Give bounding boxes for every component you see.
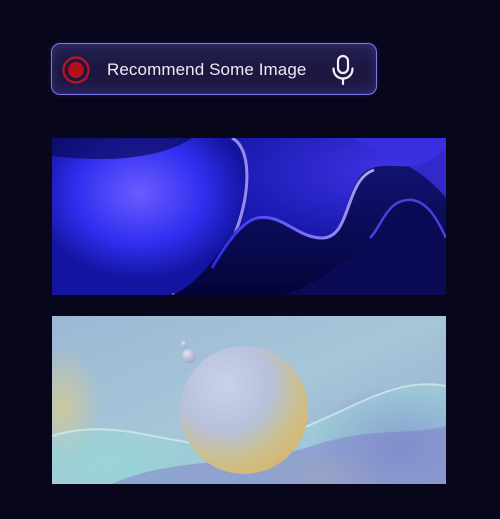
pastel-sphere-graphic <box>52 316 446 484</box>
blue-waves-graphic <box>52 138 446 295</box>
voice-prompt-bar[interactable]: Recommend Some Image <box>51 43 377 95</box>
microphone-icon[interactable] <box>330 54 356 86</box>
prompt-text: Recommend Some Image <box>107 60 307 79</box>
blue-abstract-waves-image[interactable] <box>52 138 446 295</box>
record-icon[interactable] <box>62 56 90 84</box>
pastel-sphere-image[interactable] <box>52 316 446 484</box>
app-canvas: Recommend Some Image <box>0 0 500 519</box>
